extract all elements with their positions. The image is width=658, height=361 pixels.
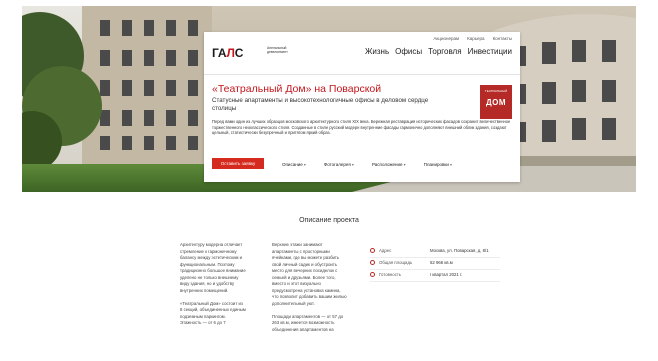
project-description-text: Перед вами один из лучших образцов моско… — [212, 119, 511, 136]
fact-row-address: Адрес Москва, ул. Поварская, д. 8/1 — [370, 246, 500, 258]
location-pin-icon — [370, 248, 375, 253]
fact-value: I квартал 2021 г. — [430, 272, 463, 277]
fact-label: Адрес — [379, 248, 392, 253]
calendar-icon — [370, 272, 375, 277]
logo-mark: ГАЛС — [212, 46, 244, 60]
tab-location[interactable]: Расположение — [372, 162, 406, 167]
top-link-career[interactable]: Карьера — [467, 36, 484, 41]
project-facts: Адрес Москва, ул. Поварская, д. 8/1 Обща… — [370, 246, 500, 282]
logo-tagline: Апельпьный девелопмент — [267, 46, 288, 54]
project-subtitle: Статусные апартаменты и высокотехнологич… — [212, 97, 429, 112]
top-link-shareholders[interactable]: Акционерам — [433, 36, 459, 41]
main-nav: Жизнь Офисы Торговля Инвестиции — [365, 47, 512, 56]
section-title: Описание проекта — [299, 217, 359, 224]
paragraph: Архитектуру модерна отличает стремление … — [180, 242, 246, 293]
request-button[interactable]: Оставить заявку — [212, 158, 264, 169]
project-title: «Театральный Дом» на Поварской — [212, 83, 382, 95]
fact-row-area: Общая площадь 62 966 кв.м — [370, 258, 500, 270]
fact-value: 62 966 кв.м — [430, 260, 453, 265]
top-links: Акционерам Карьера Контакты — [433, 36, 512, 41]
nav-item-investments[interactable]: Инвестиции — [468, 47, 512, 56]
fact-value: Москва, ул. Поварская, д. 8/1 — [430, 248, 489, 253]
tab-layouts[interactable]: Планировки — [424, 162, 452, 167]
page: ГАЛС Апельпьный девелопмент Акционерам К… — [0, 0, 658, 361]
fact-label: Готовность — [379, 272, 402, 277]
top-link-contacts[interactable]: Контакты — [493, 36, 512, 41]
badge-top-text: ТЕАТРАЛЬНЫЙ — [484, 89, 508, 93]
nav-item-retail[interactable]: Торговля — [428, 47, 461, 56]
badge-main-text: ДОМ — [485, 98, 507, 107]
nav-item-living[interactable]: Жизнь — [365, 47, 389, 56]
site-logo[interactable]: ГАЛС Апельпьный девелопмент — [212, 44, 302, 62]
area-icon — [370, 260, 375, 265]
description-column-left: Архитектуру модерна отличает стремление … — [180, 242, 246, 333]
project-badge-logo: ТЕАТРАЛЬНЫЙ ДОМ — [480, 85, 512, 119]
description-column-right: Верхние этажи занимают апартаменты с про… — [272, 242, 347, 340]
paragraph: Верхние этажи занимают апартаменты с про… — [272, 242, 347, 306]
nav-item-offices[interactable]: Офисы — [395, 47, 422, 56]
fact-label: Общая площадь — [379, 260, 413, 265]
project-card: ГАЛС Апельпьный девелопмент Акционерам К… — [204, 32, 520, 182]
paragraph: Площади апартаментов — от 57 до 263 кв.м… — [272, 313, 344, 332]
hero-banner: ГАЛС Апельпьный девелопмент Акционерам К… — [22, 6, 636, 192]
tab-description[interactable]: Описание — [282, 162, 306, 167]
site-header: ГАЛС Апельпьный девелопмент Акционерам К… — [204, 32, 520, 75]
fact-row-completion: Готовность I квартал 2021 г. — [370, 270, 500, 282]
paragraph: «Театральный Дом» состоит из 8 секций, о… — [180, 300, 246, 326]
tab-gallery[interactable]: Фотогалерея — [324, 162, 354, 167]
project-tabs: Описание Фотогалерея Расположение Планир… — [282, 162, 452, 167]
description-section: Описание проекта Архитектуру модерна отл… — [22, 192, 636, 361]
